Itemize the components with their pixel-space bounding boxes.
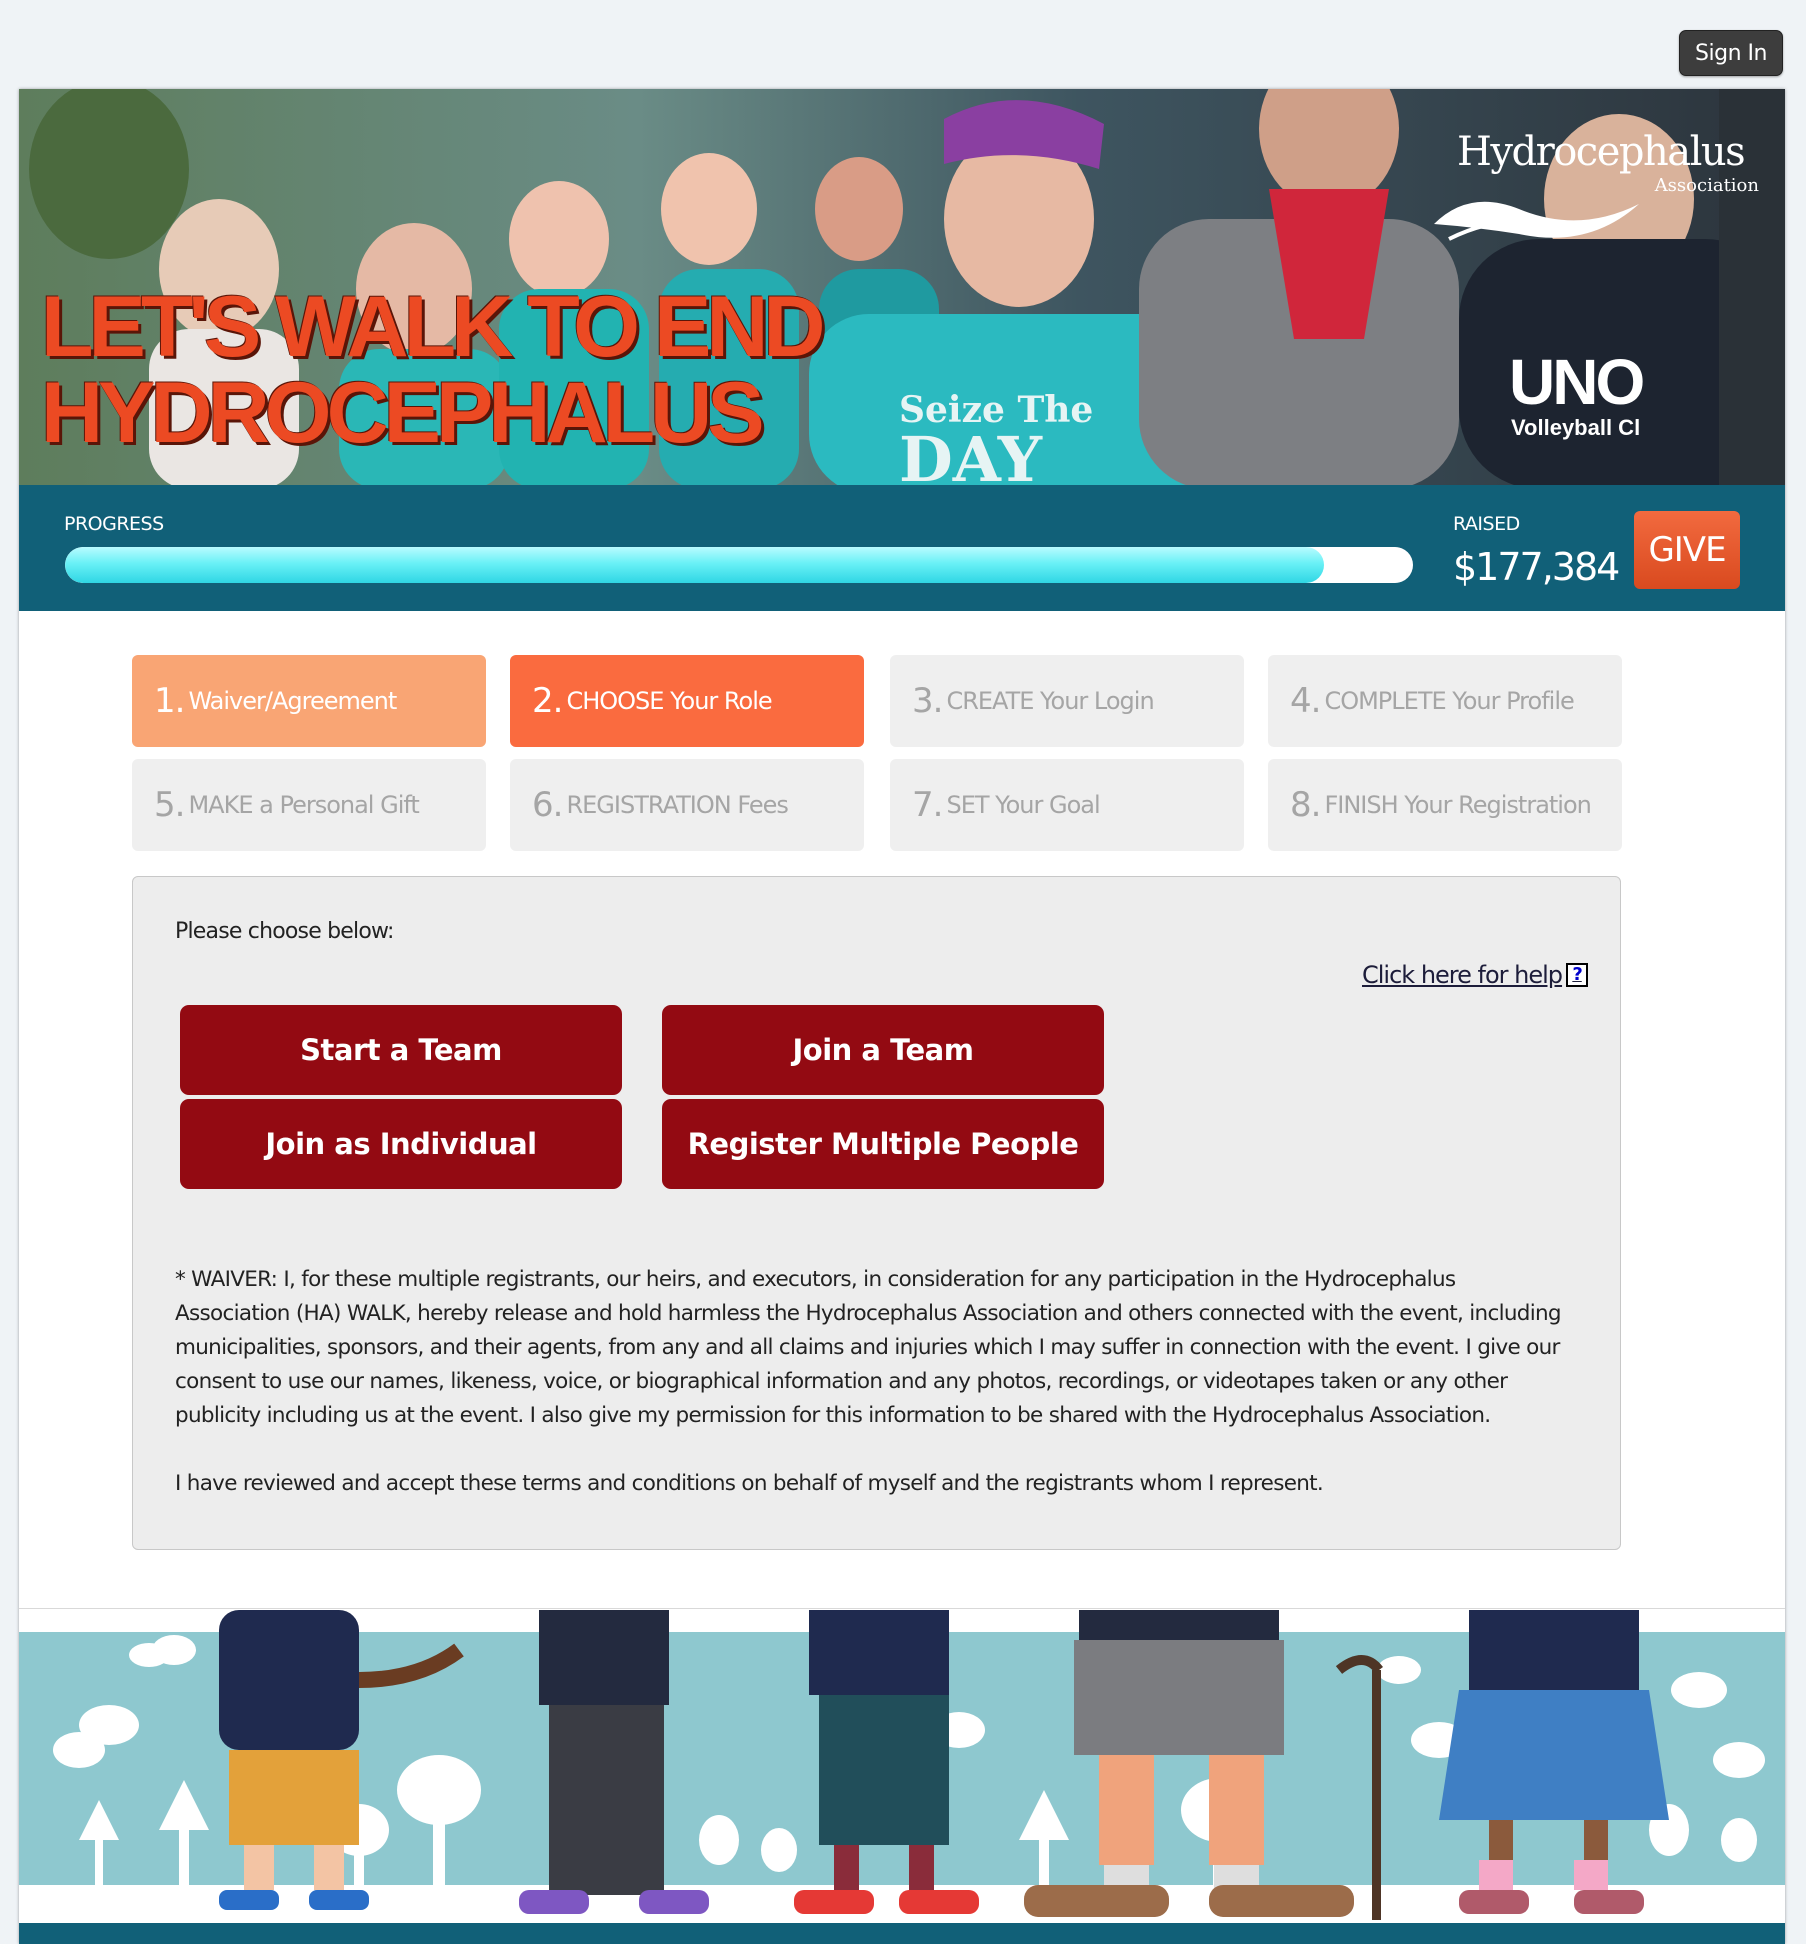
progress-label: PROGRESS bbox=[64, 513, 164, 535]
headline-line-2: HYDROCEPHALUS bbox=[41, 365, 765, 461]
progress-bar bbox=[65, 547, 1413, 583]
give-button[interactable]: GIVE bbox=[1634, 511, 1740, 589]
footer-illustration bbox=[19, 1610, 1785, 1923]
step-label: Waiver/Agreement bbox=[188, 687, 397, 715]
role-selection-panel: Please choose below: Click here for help… bbox=[132, 876, 1621, 1550]
step-registration-fees[interactable]: 6. REGISTRATION Fees bbox=[510, 759, 864, 851]
banner-headline: LET'S WALK TO END HYDROCEPHALUS bbox=[41, 279, 826, 461]
step-number: 8. bbox=[1290, 785, 1321, 825]
step-finish-registration[interactable]: 8. FINISH Your Registration bbox=[1268, 759, 1622, 851]
step-number: 1. bbox=[154, 681, 185, 721]
step-label: CREATE Your Login bbox=[946, 687, 1154, 715]
sign-in-button[interactable]: Sign In bbox=[1679, 30, 1783, 76]
jacket-print: UNO bbox=[1509, 346, 1645, 418]
step-waiver-agreement[interactable]: 1. Waiver/Agreement bbox=[132, 655, 486, 747]
step-label: MAKE a Personal Gift bbox=[188, 791, 419, 819]
join-team-button[interactable]: Join a Team bbox=[662, 1005, 1104, 1095]
step-number: 3. bbox=[912, 681, 943, 721]
step-number: 5. bbox=[154, 785, 185, 825]
step-number: 7. bbox=[912, 785, 943, 825]
waiver-text: * WAIVER: I, for these multiple registra… bbox=[175, 1267, 1562, 1428]
footer-bar bbox=[19, 1923, 1785, 1944]
step-complete-profile[interactable]: 4. COMPLETE Your Profile bbox=[1268, 655, 1622, 747]
shirt-line-2: DAY bbox=[899, 423, 1043, 486]
raised-label: RAISED bbox=[1453, 513, 1520, 535]
step-number: 2. bbox=[532, 681, 563, 721]
register-multiple-button[interactable]: Register Multiple People bbox=[662, 1099, 1104, 1189]
step-label: COMPLETE Your Profile bbox=[1324, 687, 1574, 715]
step-choose-role[interactable]: 2. CHOOSE Your Role bbox=[510, 655, 864, 747]
shirt-print: Seize The DAY bbox=[899, 389, 1093, 485]
help-link-label: Click here for help bbox=[1362, 961, 1563, 989]
step-label: CHOOSE Your Role bbox=[566, 687, 772, 715]
help-link[interactable]: Click here for help ? bbox=[1362, 961, 1589, 989]
step-label: REGISTRATION Fees bbox=[566, 791, 788, 819]
step-personal-gift[interactable]: 5. MAKE a Personal Gift bbox=[132, 759, 486, 851]
help-question-icon[interactable]: ? bbox=[1566, 963, 1589, 987]
footer-divider bbox=[19, 1608, 1785, 1609]
step-set-goal[interactable]: 7. SET Your Goal bbox=[890, 759, 1244, 851]
headline-line-1: LET'S WALK TO END bbox=[41, 279, 826, 375]
start-team-button[interactable]: Start a Team bbox=[180, 1005, 622, 1095]
accept-terms-text: I have reviewed and accept these terms a… bbox=[175, 1471, 1324, 1496]
progress-bar-fill bbox=[65, 547, 1325, 583]
step-create-login[interactable]: 3. CREATE Your Login bbox=[890, 655, 1244, 747]
raised-amount: $177,384 bbox=[1453, 545, 1620, 589]
step-number: 4. bbox=[1290, 681, 1321, 721]
choose-label: Please choose below: bbox=[175, 919, 394, 944]
progress-strip: PROGRESS RAISED $177,384 GIVE bbox=[19, 485, 1785, 611]
hydrocephalus-association-logo: Hydrocephalus Association bbox=[1429, 129, 1759, 259]
step-label: FINISH Your Registration bbox=[1324, 791, 1591, 819]
join-individual-button[interactable]: Join as Individual bbox=[180, 1099, 622, 1189]
logo-swirl-icon bbox=[1434, 201, 1639, 241]
jacket-print-sub: Volleyball Cl bbox=[1511, 415, 1641, 440]
step-number: 6. bbox=[532, 785, 563, 825]
step-label: SET Your Goal bbox=[946, 791, 1100, 819]
page-frame: LET'S WALK TO END HYDROCEPHALUS Hydrocep… bbox=[19, 89, 1785, 1944]
